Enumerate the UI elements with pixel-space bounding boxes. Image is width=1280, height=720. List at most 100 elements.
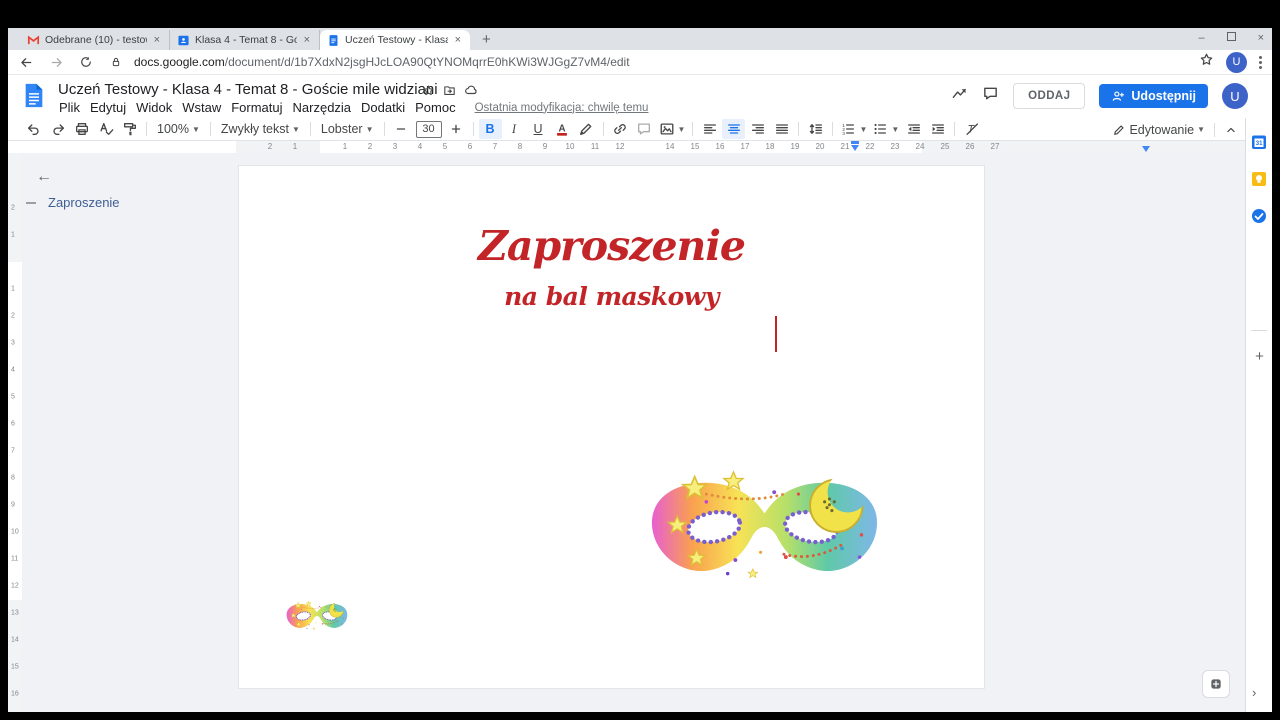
- forward-icon[interactable]: [44, 52, 68, 72]
- collapse-menus-button[interactable]: [1219, 120, 1242, 140]
- right-indent-marker[interactable]: [1142, 146, 1150, 152]
- new-tab-button[interactable]: +: [478, 30, 495, 50]
- chevron-down-icon: ▼: [292, 125, 300, 134]
- insert-link-button[interactable]: [609, 119, 632, 139]
- document-title[interactable]: Uczeń Testowy - Klasa 4 - Temat 8 - Gośc…: [58, 81, 438, 98]
- browser-tab[interactable]: Klasa 4 - Temat 8 - Goście mile w×: [170, 30, 320, 50]
- menu-wstaw[interactable]: Wstaw: [177, 100, 226, 115]
- indent-button[interactable]: [926, 119, 949, 139]
- calendar-icon[interactable]: 31: [1250, 133, 1268, 151]
- svg-text:3: 3: [843, 131, 846, 137]
- browser-avatar[interactable]: U: [1226, 52, 1247, 73]
- ruler-number: 12: [11, 583, 19, 590]
- docs-file-icon[interactable]: [24, 82, 44, 114]
- numbered-list-button[interactable]: 123 ▼: [838, 119, 869, 139]
- chevron-down-icon: ▼: [678, 125, 686, 134]
- share-button[interactable]: Udostępnij: [1099, 84, 1208, 108]
- font-size-decrease-button[interactable]: [390, 119, 413, 139]
- left-indent-marker[interactable]: [851, 141, 859, 151]
- menu-formatuj[interactable]: Formatuj: [226, 100, 287, 115]
- styles-select[interactable]: Zwykły tekst ▼: [216, 119, 305, 139]
- mode-select[interactable]: Edytowanie ▼: [1107, 120, 1210, 140]
- back-icon[interactable]: [14, 52, 38, 72]
- font-size-increase-button[interactable]: [445, 119, 468, 139]
- align-right-button[interactable]: [746, 119, 769, 139]
- hide-side-panel-icon[interactable]: ›: [1252, 685, 1256, 700]
- vertical-ruler[interactable]: 2112345678910111213141516: [8, 153, 22, 712]
- bold-button[interactable]: B: [479, 119, 502, 139]
- bullet-list-button[interactable]: ▼: [870, 119, 901, 139]
- menu-pomoc[interactable]: Pomoc: [410, 100, 460, 115]
- screen: Odebrane (10) - testowy.uczen@×Klasa 4 -…: [0, 0, 1280, 720]
- turn-in-button[interactable]: ODDAJ: [1013, 83, 1085, 109]
- menu-edytuj[interactable]: Edytuj: [85, 100, 131, 115]
- ruler-number: 27: [991, 142, 1000, 151]
- underline-button[interactable]: U: [527, 119, 550, 139]
- paint-format-button[interactable]: [118, 119, 141, 139]
- document-page[interactable]: Zaproszenie na bal maskowy: [238, 165, 985, 689]
- insert-comment-button[interactable]: [633, 119, 656, 139]
- ruler-number: 24: [916, 142, 925, 151]
- menu-narzędzia[interactable]: Narzędzia: [288, 100, 357, 115]
- browser-tab[interactable]: Odebrane (10) - testowy.uczen@×: [20, 30, 170, 50]
- menu-plik[interactable]: Plik: [54, 100, 85, 115]
- refresh-icon[interactable]: [74, 52, 98, 72]
- comments-icon[interactable]: [982, 85, 999, 107]
- line-spacing-button[interactable]: [804, 119, 827, 139]
- spellcheck-button[interactable]: [94, 119, 117, 139]
- get-addons-button[interactable]: +: [1246, 348, 1272, 365]
- keep-icon[interactable]: [1250, 170, 1268, 188]
- menu-dodatki[interactable]: Dodatki: [356, 100, 410, 115]
- align-center-button[interactable]: [722, 119, 745, 139]
- font-size-input[interactable]: 30: [416, 121, 442, 138]
- carnival-mask-thumbnail[interactable]: [283, 599, 351, 634]
- undo-button[interactable]: [22, 119, 45, 139]
- bookmark-star-icon[interactable]: [1199, 52, 1214, 72]
- explore-button[interactable]: [1202, 670, 1230, 698]
- toolbar-divider: [310, 122, 311, 136]
- outdent-button[interactable]: [902, 119, 925, 139]
- toolbar-divider: [384, 122, 385, 136]
- account-avatar[interactable]: U: [1222, 83, 1248, 109]
- italic-button[interactable]: I: [503, 119, 526, 139]
- print-button[interactable]: [70, 119, 93, 139]
- folder-move-icon[interactable]: [443, 84, 456, 102]
- chevron-down-icon: ▼: [192, 125, 200, 134]
- ruler-number: 19: [791, 142, 800, 151]
- doc-heading[interactable]: Zaproszenie: [239, 222, 984, 270]
- insert-image-button[interactable]: ▼: [657, 119, 688, 139]
- align-justify-button[interactable]: [770, 119, 793, 139]
- browser-menu-icon[interactable]: [1259, 56, 1262, 69]
- clear-formatting-button[interactable]: T: [960, 119, 983, 139]
- maximize-button[interactable]: [1227, 32, 1236, 44]
- tab-close-icon[interactable]: ×: [453, 34, 463, 46]
- font-select[interactable]: Lobster ▼: [316, 119, 379, 139]
- highlight-color-button[interactable]: [575, 119, 598, 139]
- browser-tab[interactable]: Uczeń Testowy - Klasa 4 - Temat×: [320, 30, 470, 50]
- doc-subheading[interactable]: na bal maskowy: [239, 282, 984, 311]
- tab-close-icon[interactable]: ×: [302, 34, 312, 46]
- ruler-number: 13: [11, 610, 19, 617]
- url-text[interactable]: docs.google.com/document/d/1b7XdxN2jsgHJ…: [134, 55, 630, 69]
- carnival-mask-image[interactable]: [638, 465, 891, 593]
- activity-icon[interactable]: [951, 85, 968, 107]
- minimize-button[interactable]: –: [1198, 32, 1204, 44]
- align-left-button[interactable]: [698, 119, 721, 139]
- ruler-number: 5: [443, 142, 447, 151]
- close-button[interactable]: ×: [1258, 32, 1264, 44]
- chevron-down-icon: ▼: [366, 125, 374, 134]
- last-modified-link[interactable]: Ostatnia modyfikacja: chwilę temu: [475, 102, 649, 114]
- close-outline-icon[interactable]: ←: [36, 168, 52, 186]
- redo-button[interactable]: [46, 119, 69, 139]
- tasks-icon[interactable]: [1250, 207, 1268, 225]
- tab-close-icon[interactable]: ×: [152, 34, 162, 46]
- ruler-number: 10: [566, 142, 575, 151]
- horizontal-ruler[interactable]: 2112345678910111214151617181920212223242…: [236, 141, 1248, 153]
- ruler-number: 22: [866, 142, 875, 151]
- star-icon[interactable]: [422, 84, 435, 102]
- menu-widok[interactable]: Widok: [131, 100, 177, 115]
- outline-item[interactable]: Zaproszenie: [48, 195, 120, 210]
- toolbar-divider: [603, 122, 604, 136]
- text-color-button[interactable]: A: [551, 119, 574, 139]
- zoom-select[interactable]: 100% ▼: [152, 119, 205, 139]
